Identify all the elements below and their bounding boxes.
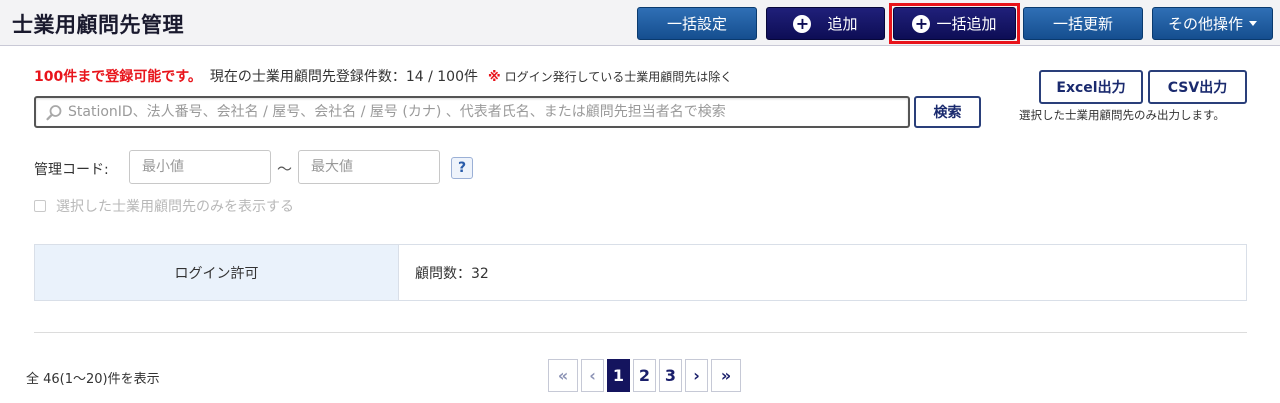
caret-down-icon	[1249, 21, 1257, 26]
add-button-label: 追加	[827, 15, 858, 33]
last-page-button[interactable]: »	[711, 359, 741, 392]
search-input[interactable]	[68, 101, 898, 123]
checkbox-icon[interactable]	[34, 200, 46, 212]
highlight-frame	[889, 3, 1020, 44]
other-operations-label: その他操作	[1167, 15, 1243, 33]
prev-page-button[interactable]: ‹	[581, 359, 604, 392]
range-tilde: ～	[277, 160, 293, 178]
registration-notice: 100件まで登録可能です。 現在の士業用顧問先登録件数：14 / 100件 ※ ログイ…	[34, 66, 732, 86]
add-button[interactable]: + 追加	[766, 7, 885, 40]
pagination: « ‹ 1 2 3 › »	[548, 359, 741, 392]
page-button-3[interactable]: 3	[659, 359, 682, 392]
excel-export-button[interactable]: Excel出力	[1039, 70, 1143, 104]
page-button-1[interactable]: 1	[607, 359, 630, 392]
limit-text: 100件まで登録可能です。	[34, 69, 202, 85]
csv-export-button[interactable]: CSV出力	[1148, 70, 1247, 104]
clients-count-cell: 顧問数：32	[415, 265, 489, 282]
export-note: 選択した士業用顧問先のみ出力します。	[1019, 108, 1225, 122]
only-selected-checkbox[interactable]: 選択した士業用顧問先のみを表示する	[34, 196, 294, 216]
search-button[interactable]: 検索	[914, 96, 981, 128]
code-min-input[interactable]	[129, 150, 271, 184]
divider	[34, 332, 1247, 333]
note-text: ログイン発行している士業用顧問先は除く	[504, 70, 733, 84]
next-page-button[interactable]: ›	[685, 359, 708, 392]
status-table: ログイン許可 顧問数：32	[34, 244, 1247, 301]
header-bar: 士業用顧問先管理 一括設定 + 追加 + 一括追加 一括更新 その他操作	[0, 0, 1280, 46]
code-max-input[interactable]	[298, 150, 440, 184]
only-selected-label: 選択した士業用顧問先のみを表示する	[56, 199, 294, 215]
help-icon[interactable]: ?	[451, 157, 473, 179]
page-title: 士業用顧問先管理	[12, 13, 184, 37]
search-icon	[46, 105, 62, 121]
note-mark: ※	[487, 70, 501, 85]
plus-circle-icon: +	[793, 14, 812, 33]
result-count: 全 46(1～20)件を表示	[26, 372, 160, 387]
bulk-update-button[interactable]: 一括更新	[1023, 7, 1143, 40]
other-operations-dropdown[interactable]: その他操作	[1152, 7, 1273, 40]
first-page-button[interactable]: «	[548, 359, 578, 392]
count-text: 現在の士業用顧問先登録件数：14 / 100件	[209, 69, 478, 85]
bulk-settings-button[interactable]: 一括設定	[637, 7, 757, 40]
page-button-2[interactable]: 2	[633, 359, 656, 392]
management-code-label: 管理コード:	[34, 162, 109, 178]
search-box	[34, 96, 910, 128]
login-permission-cell: ログイン許可	[35, 245, 399, 300]
